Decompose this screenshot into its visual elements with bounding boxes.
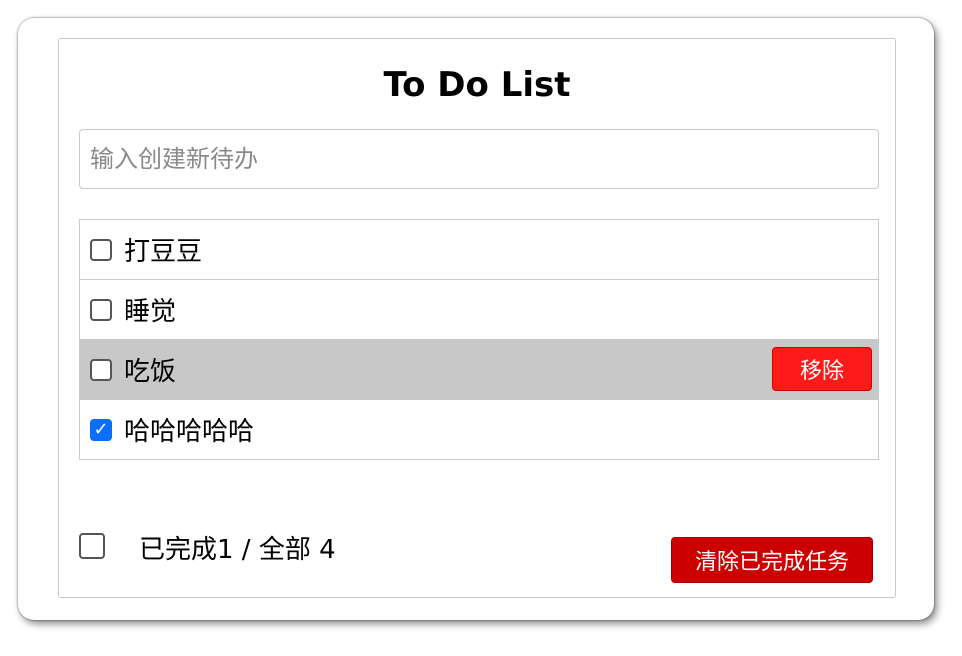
todo-item[interactable]: ✓ 哈哈哈哈哈: [80, 400, 878, 459]
clear-completed-button[interactable]: 清除已完成任务: [671, 537, 873, 583]
todo-checkbox[interactable]: [90, 238, 112, 261]
todo-label: 哈哈哈哈哈: [124, 417, 255, 447]
todo-item[interactable]: 睡觉: [80, 280, 878, 340]
todo-item[interactable]: 打豆豆: [80, 220, 878, 280]
todo-label: 睡觉: [124, 297, 177, 327]
todo-card: To Do List 打豆豆 睡觉 吃饭 移除 ✓ 哈哈哈哈哈 已: [58, 38, 896, 598]
select-all-checkbox[interactable]: [79, 533, 105, 559]
todo-label: 打豆豆: [124, 237, 203, 267]
completion-stats: 已完成1 / 全部 4: [139, 535, 336, 565]
todo-footer: 已完成1 / 全部 4 清除已完成任务: [79, 525, 879, 583]
remove-button[interactable]: 移除: [772, 347, 872, 391]
todo-checkbox[interactable]: [90, 298, 112, 321]
todo-label: 吃饭: [124, 357, 177, 387]
todo-item[interactable]: 吃饭 移除: [80, 340, 878, 400]
app-window: To Do List 打豆豆 睡觉 吃饭 移除 ✓ 哈哈哈哈哈 已: [18, 18, 934, 620]
todo-checkbox-checked[interactable]: ✓: [90, 418, 112, 441]
new-todo-input[interactable]: [79, 129, 879, 189]
page-title: To Do List: [383, 65, 571, 105]
todo-list: 打豆豆 睡觉 吃饭 移除 ✓ 哈哈哈哈哈: [79, 219, 879, 460]
todo-checkbox[interactable]: [90, 358, 112, 381]
